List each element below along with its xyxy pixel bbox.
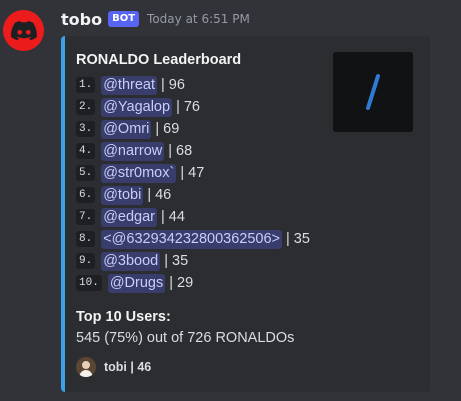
user-mention[interactable]: @threat [101, 75, 158, 95]
user-mention[interactable]: @Drugs [107, 273, 166, 293]
list-item: 1. @threat | 96 [76, 74, 310, 96]
user-score: | 35 [286, 231, 310, 247]
leaderboard-list: 1. @threat | 96 2. @Yagalop | 76 3. @Omr… [76, 74, 310, 294]
list-item: 2. @Yagalop | 76 [76, 96, 310, 118]
user-mention[interactable]: @str0mox` [101, 163, 177, 183]
rank-number: 4. [76, 143, 96, 159]
user-score: | 46 [147, 187, 172, 203]
user-score: | 76 [176, 99, 200, 115]
user-mention[interactable]: @edgar [101, 207, 158, 227]
user-mention[interactable]: @Omri [101, 119, 152, 139]
embed-thumbnail[interactable] [333, 52, 413, 132]
user-score: | 68 [168, 143, 193, 159]
embed-footer: tobi | 46 [76, 356, 151, 378]
list-item: 5. @str0mox` | 47 [76, 162, 310, 184]
rank-number: 2. [76, 99, 96, 115]
summary-value: 545 (75%) out of 726 RONALDOs [76, 330, 295, 346]
list-item: 9. @3bood | 35 [76, 250, 310, 272]
user-score: | 29 [169, 275, 194, 291]
slash-icon [366, 74, 380, 110]
user-mention[interactable]: @narrow [101, 141, 165, 161]
embed-accent-bar [61, 36, 65, 392]
summary-label: Top 10 Users: [76, 309, 171, 325]
footer-text: tobi | 46 [104, 360, 152, 374]
list-item: 7. @edgar | 44 [76, 206, 310, 228]
user-score: | 69 [155, 121, 180, 137]
user-score: | 44 [161, 209, 185, 225]
rank-number: 9. [76, 253, 96, 269]
rank-number: 1. [76, 77, 96, 93]
user-mention[interactable]: @Yagalop [101, 97, 173, 117]
list-item: 3. @Omri | 69 [76, 118, 310, 140]
rank-number: 6. [76, 187, 96, 203]
bot-badge: BOT [108, 11, 140, 27]
user-mention[interactable]: @3bood [101, 251, 161, 271]
user-score: | 35 [164, 253, 189, 269]
user-score: | 96 [161, 77, 185, 93]
user-mention[interactable]: <@632934232800362506> [101, 229, 283, 249]
embed-title: RONALDO Leaderboard [76, 52, 242, 68]
leaderboard-embed: RONALDO Leaderboard 1. @threat | 96 2. @… [61, 36, 430, 392]
rank-number: 8. [76, 231, 96, 247]
message-timestamp[interactable]: Today at 6:51 PM [147, 12, 250, 26]
discord-logo-icon [10, 20, 37, 40]
rank-number: 3. [76, 121, 96, 137]
footer-avatar-icon [76, 357, 96, 377]
user-score: | 47 [180, 165, 205, 181]
user-mention[interactable]: @tobi [101, 185, 144, 205]
message-header: tobo BOT Today at 6:51 PM [61, 8, 250, 30]
author-name[interactable]: tobo [61, 10, 102, 29]
list-item: 8. <@632934232800362506> | 35 [76, 228, 310, 250]
list-item: 6. @tobi | 46 [76, 184, 310, 206]
rank-number: 10. [76, 275, 102, 291]
list-item: 10. @Drugs | 29 [76, 272, 310, 294]
rank-number: 7. [76, 209, 96, 225]
list-item: 4. @narrow | 68 [76, 140, 310, 162]
bot-avatar[interactable] [3, 10, 44, 51]
rank-number: 5. [76, 165, 96, 181]
